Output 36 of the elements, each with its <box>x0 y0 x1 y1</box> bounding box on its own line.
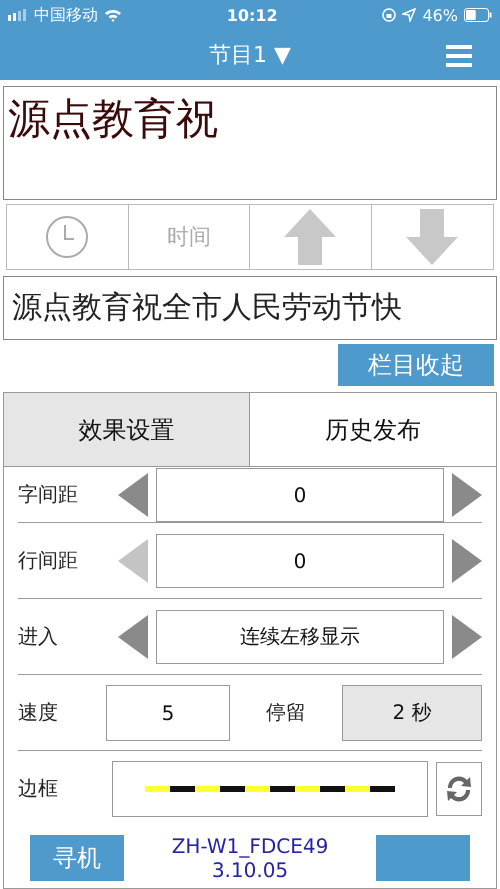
right-arrow-icon[interactable] <box>452 614 482 658</box>
message-text: 源点教育祝全市人民劳动节快 <box>11 289 403 327</box>
location-icon <box>402 8 416 22</box>
carrier-name: 中国移动 <box>34 4 98 26</box>
clock-icon <box>44 214 90 260</box>
setting-label: 字间距 <box>18 481 79 508</box>
value-field[interactable]: 连续左移显示 <box>156 610 444 664</box>
setting-label: 边框 <box>18 775 59 802</box>
signal-icon <box>8 9 28 21</box>
left-arrow-icon[interactable] <box>118 472 148 516</box>
wifi-icon <box>104 8 122 22</box>
value-field[interactable]: 2 秒 <box>342 684 482 740</box>
device-name: ZH-W1_FDCE49 <box>172 834 328 858</box>
menu-icon[interactable] <box>446 45 472 67</box>
message-box[interactable]: 源点教育祝全市人民劳动节快 <box>3 276 497 340</box>
right-arrow-icon[interactable] <box>452 538 482 582</box>
down-arrow-icon <box>406 209 458 265</box>
value-field[interactable]: 5 <box>106 684 230 740</box>
setting-label: 停留 <box>265 699 307 726</box>
preview-text: 源点教育祝 <box>7 93 219 145</box>
clock-time: 10:12 <box>226 6 278 24</box>
value-field[interactable]: 0 <box>156 468 444 522</box>
battery-percent: 46% <box>422 6 458 24</box>
setting-label: 速度 <box>18 699 59 726</box>
value-field[interactable]: 0 <box>156 534 444 588</box>
tab[interactable]: 效果设置 <box>4 393 250 466</box>
setting-label: 行间距 <box>18 547 79 574</box>
refresh-button[interactable] <box>436 762 482 816</box>
left-arrow-icon[interactable] <box>118 614 148 658</box>
border-field[interactable] <box>112 760 428 816</box>
battery-icon <box>464 8 492 22</box>
right-arrow-icon[interactable] <box>452 472 482 516</box>
up-arrow-icon <box>284 209 336 265</box>
setting-label: 进入 <box>18 623 59 650</box>
version-text: 3.10.05 <box>212 858 288 882</box>
rotation-lock-icon <box>382 8 396 22</box>
